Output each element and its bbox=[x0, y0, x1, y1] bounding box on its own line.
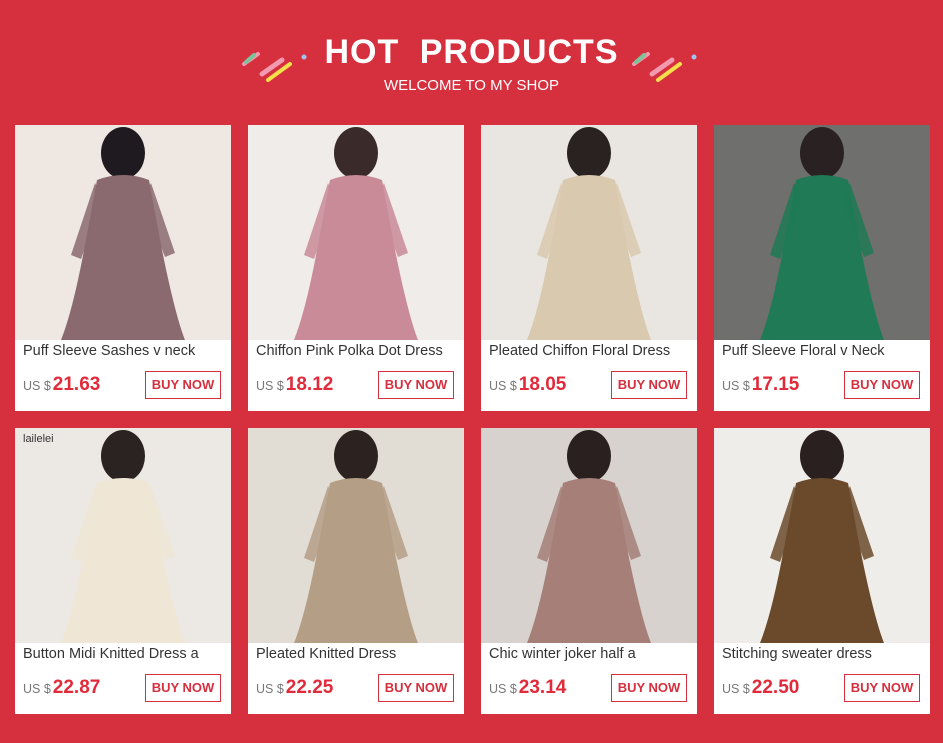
product-price: 17.15 bbox=[751, 374, 800, 395]
currency-label: US $ bbox=[722, 379, 750, 393]
model-illustration bbox=[481, 428, 697, 643]
model-illustration bbox=[714, 428, 930, 643]
model-illustration bbox=[15, 428, 231, 643]
buy-now-button[interactable]: BUY NOW bbox=[844, 674, 920, 702]
product-price: 18.05 bbox=[518, 374, 567, 395]
product-price: 22.87 bbox=[52, 677, 101, 698]
product-price: 22.50 bbox=[751, 677, 800, 698]
currency-label: US $ bbox=[489, 682, 517, 696]
buy-now-button[interactable]: BUY NOW bbox=[378, 371, 454, 399]
currency-label: US $ bbox=[722, 682, 750, 696]
product-name[interactable]: Stitching sweater dress bbox=[722, 646, 927, 662]
product-card[interactable]: Chic winter joker half a US $23.14 BUY N… bbox=[481, 428, 697, 714]
product-photo[interactable] bbox=[15, 125, 231, 340]
product-card[interactable]: lailelei Button Midi Knitted Dress a US … bbox=[15, 428, 231, 714]
product-name[interactable]: Pleated Chiffon Floral Dress bbox=[489, 343, 694, 359]
buy-now-button[interactable]: BUY NOW bbox=[378, 674, 454, 702]
product-name[interactable]: Puff Sleeve Sashes v neck bbox=[23, 343, 228, 359]
page-subtitle: WELCOME TO MY SHOP bbox=[383, 77, 560, 94]
product-card[interactable]: Chiffon Pink Polka Dot Dress US $18.12 B… bbox=[248, 125, 464, 411]
product-grid: Puff Sleeve Sashes v neck US $21.63 BUY … bbox=[15, 125, 930, 714]
buy-now-button[interactable]: BUY NOW bbox=[611, 371, 687, 399]
product-card[interactable]: Pleated Chiffon Floral Dress US $18.05 B… bbox=[481, 125, 697, 411]
model-illustration bbox=[248, 125, 464, 340]
product-card[interactable]: Stitching sweater dress US $22.50 BUY NO… bbox=[714, 428, 930, 714]
product-card[interactable]: Pleated Knitted Dress US $22.25 BUY NOW bbox=[248, 428, 464, 714]
product-name[interactable]: Pleated Knitted Dress bbox=[256, 646, 461, 662]
product-photo[interactable] bbox=[248, 428, 464, 643]
header: HOT PRODUCTS WELCOME TO MY SHOP bbox=[0, 0, 943, 110]
product-photo[interactable] bbox=[481, 125, 697, 340]
product-card[interactable]: Puff Sleeve Sashes v neck US $21.63 BUY … bbox=[15, 125, 231, 411]
currency-label: US $ bbox=[256, 379, 284, 393]
currency-label: US $ bbox=[489, 379, 517, 393]
buy-now-button[interactable]: BUY NOW bbox=[145, 674, 221, 702]
product-photo[interactable] bbox=[248, 125, 464, 340]
product-name[interactable]: Button Midi Knitted Dress a bbox=[23, 646, 228, 662]
model-illustration bbox=[15, 125, 231, 340]
product-card[interactable]: Puff Sleeve Floral v Neck US $17.15 BUY … bbox=[714, 125, 930, 411]
buy-now-button[interactable]: BUY NOW bbox=[611, 674, 687, 702]
brand-watermark: lailelei bbox=[23, 433, 54, 445]
product-name[interactable]: Chiffon Pink Polka Dot Dress bbox=[256, 343, 461, 359]
product-price: 23.14 bbox=[518, 677, 567, 698]
model-illustration bbox=[714, 125, 930, 340]
model-illustration bbox=[481, 125, 697, 340]
product-price: 22.25 bbox=[285, 677, 334, 698]
buy-now-button[interactable]: BUY NOW bbox=[145, 371, 221, 399]
buy-now-button[interactable]: BUY NOW bbox=[844, 371, 920, 399]
product-photo[interactable] bbox=[714, 125, 930, 340]
currency-label: US $ bbox=[23, 379, 51, 393]
currency-label: US $ bbox=[256, 682, 284, 696]
product-photo[interactable]: lailelei bbox=[15, 428, 231, 643]
product-photo[interactable] bbox=[481, 428, 697, 643]
product-price: 21.63 bbox=[52, 374, 101, 395]
product-name[interactable]: Chic winter joker half a bbox=[489, 646, 694, 662]
product-photo[interactable] bbox=[714, 428, 930, 643]
currency-label: US $ bbox=[23, 682, 51, 696]
page-title: HOT PRODUCTS bbox=[324, 33, 619, 71]
model-illustration bbox=[248, 428, 464, 643]
product-price: 18.12 bbox=[285, 374, 334, 395]
product-name[interactable]: Puff Sleeve Floral v Neck bbox=[722, 343, 927, 359]
